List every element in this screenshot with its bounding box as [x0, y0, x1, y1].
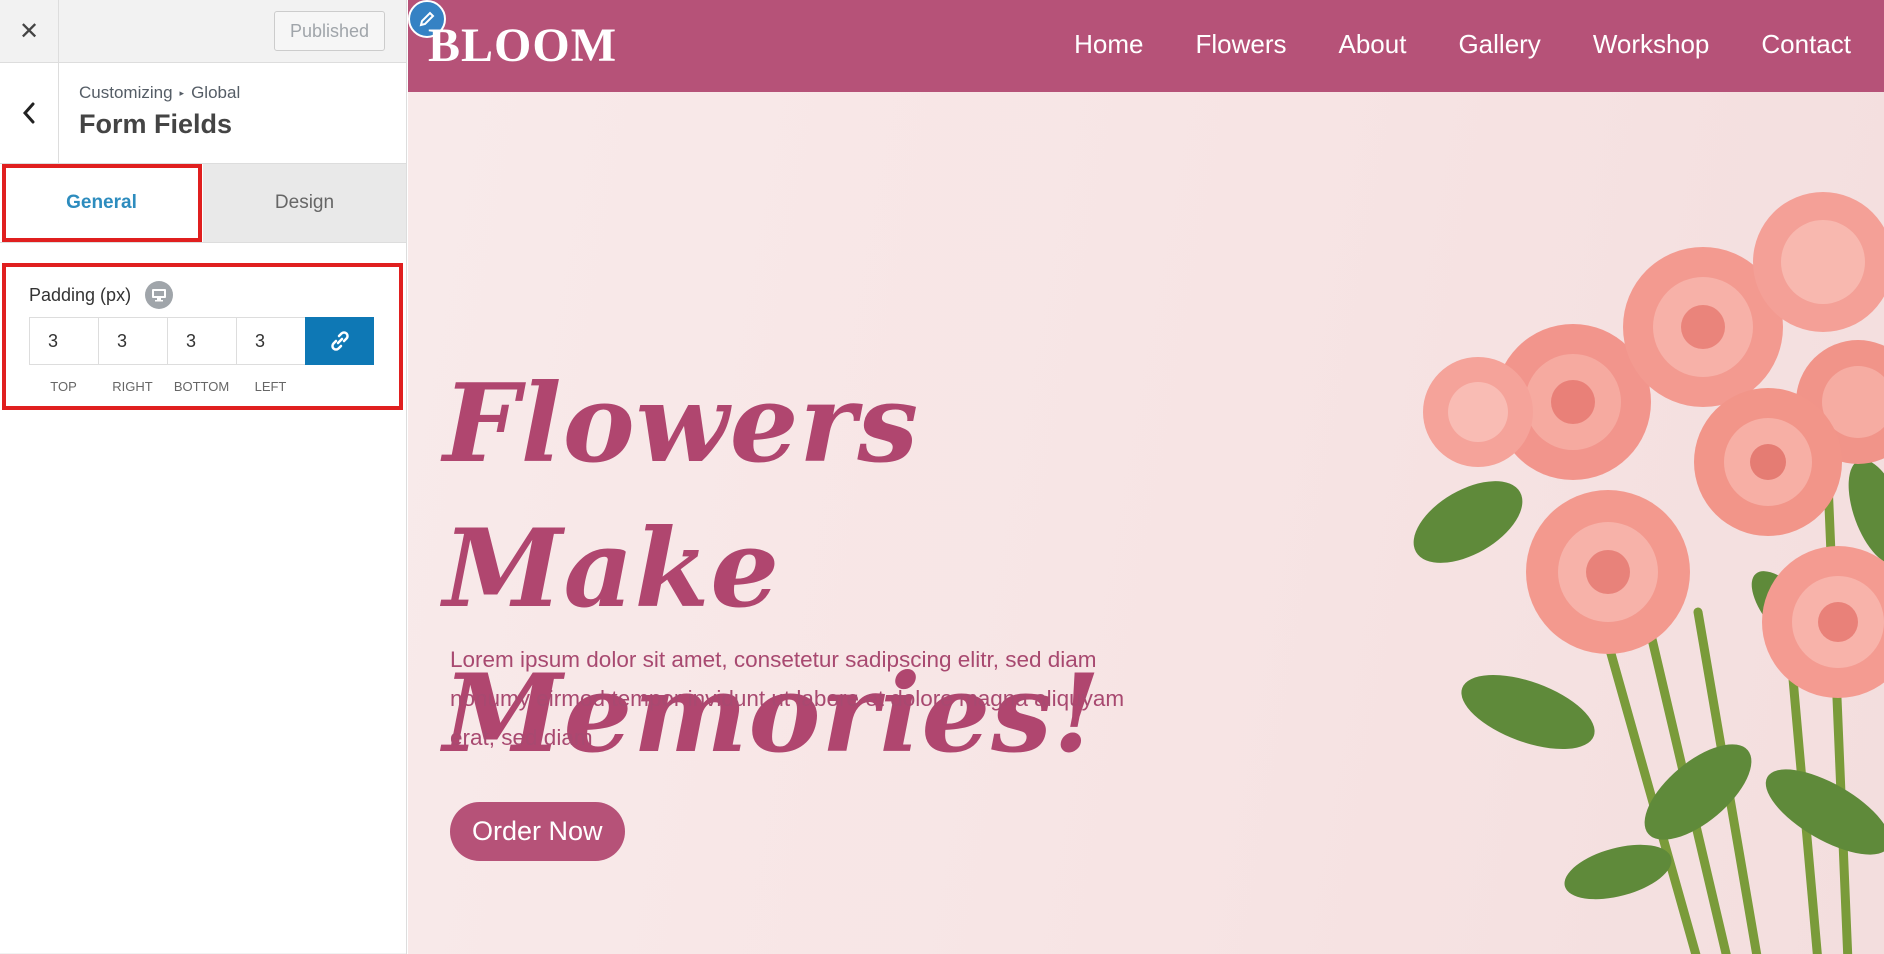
padding-label: Padding (px) — [29, 284, 132, 305]
nav-contact[interactable]: Contact — [1761, 29, 1851, 60]
breadcrumb-separator: ▸ — [179, 87, 185, 98]
nav-workshop[interactable]: Workshop — [1593, 29, 1710, 60]
published-button[interactable]: Published — [273, 11, 385, 51]
close-icon: ✕ — [18, 17, 40, 45]
breadcrumb: Customizing ▸ Global — [79, 83, 240, 103]
hero-paragraph: Lorem ipsum dolor sit amet, consetetur s… — [450, 647, 1125, 750]
nav-gallery[interactable]: Gallery — [1458, 29, 1540, 60]
rose-bouquet-image — [1413, 192, 1884, 954]
padding-inputs — [29, 317, 374, 365]
publish-area: Published — [59, 0, 406, 62]
main-nav: Home Flowers About Gallery Workshop Cont… — [1074, 29, 1851, 60]
panel-header: ✕ Published — [0, 0, 406, 63]
padding-left-input[interactable] — [236, 317, 305, 365]
section-titles: Customizing ▸ Global Form Fields — [59, 63, 240, 163]
back-button[interactable] — [0, 63, 59, 163]
padding-sublabels: TOP RIGHT BOTTOM LEFT — [29, 379, 305, 394]
section-header: Customizing ▸ Global Form Fields — [0, 63, 406, 164]
control-area: Padding (px) 3 3 3 3 TOP RIGHT BOTTOM LE… — [0, 243, 406, 953]
sublabel-bottom: BOTTOM — [173, 379, 230, 394]
hero-headline-line1: Flowers Make — [443, 361, 920, 632]
breadcrumb-parent: Global — [191, 83, 241, 102]
link-values-button[interactable] — [305, 317, 374, 365]
sublabel-top: TOP — [50, 379, 77, 394]
tab-general[interactable]: General — [0, 164, 203, 242]
nav-about[interactable]: About — [1339, 29, 1407, 60]
padding-top-input[interactable] — [29, 317, 98, 365]
nav-flowers[interactable]: Flowers — [1195, 29, 1286, 60]
page-title: Form Fields — [79, 109, 233, 139]
close-button[interactable]: ✕ — [0, 0, 59, 62]
site-logo[interactable]: BLOOM — [428, 18, 617, 73]
tab-design[interactable]: Design — [203, 164, 406, 242]
nav-home[interactable]: Home — [1074, 29, 1143, 60]
desktop-device-icon[interactable] — [145, 281, 174, 309]
padding-label-row: Padding (px) — [29, 281, 174, 309]
site-preview: BLOOM Home Flowers About Gallery Worksho… — [408, 0, 1884, 954]
order-now-button[interactable]: Order Now — [450, 802, 625, 861]
padding-control: Padding (px) 3 3 3 3 TOP RIGHT BOTTOM LE… — [2, 263, 403, 410]
sublabel-right: RIGHT — [112, 379, 153, 394]
padding-bottom-input[interactable] — [167, 317, 236, 365]
padding-right-input[interactable] — [98, 317, 167, 365]
link-icon — [330, 331, 349, 351]
breadcrumb-root: Customizing — [79, 83, 173, 102]
hero-section: Flowers Make Memories! Lorem ipsum dolor… — [408, 92, 1884, 954]
tab-bar: General Design — [0, 164, 406, 243]
sublabel-left: LEFT — [254, 379, 287, 394]
site-header: BLOOM Home Flowers About Gallery Worksho… — [408, 0, 1884, 92]
chevron-left-icon — [22, 102, 35, 124]
customizer-panel: ✕ Published Customizing ▸ Global Form Fi… — [0, 0, 407, 954]
